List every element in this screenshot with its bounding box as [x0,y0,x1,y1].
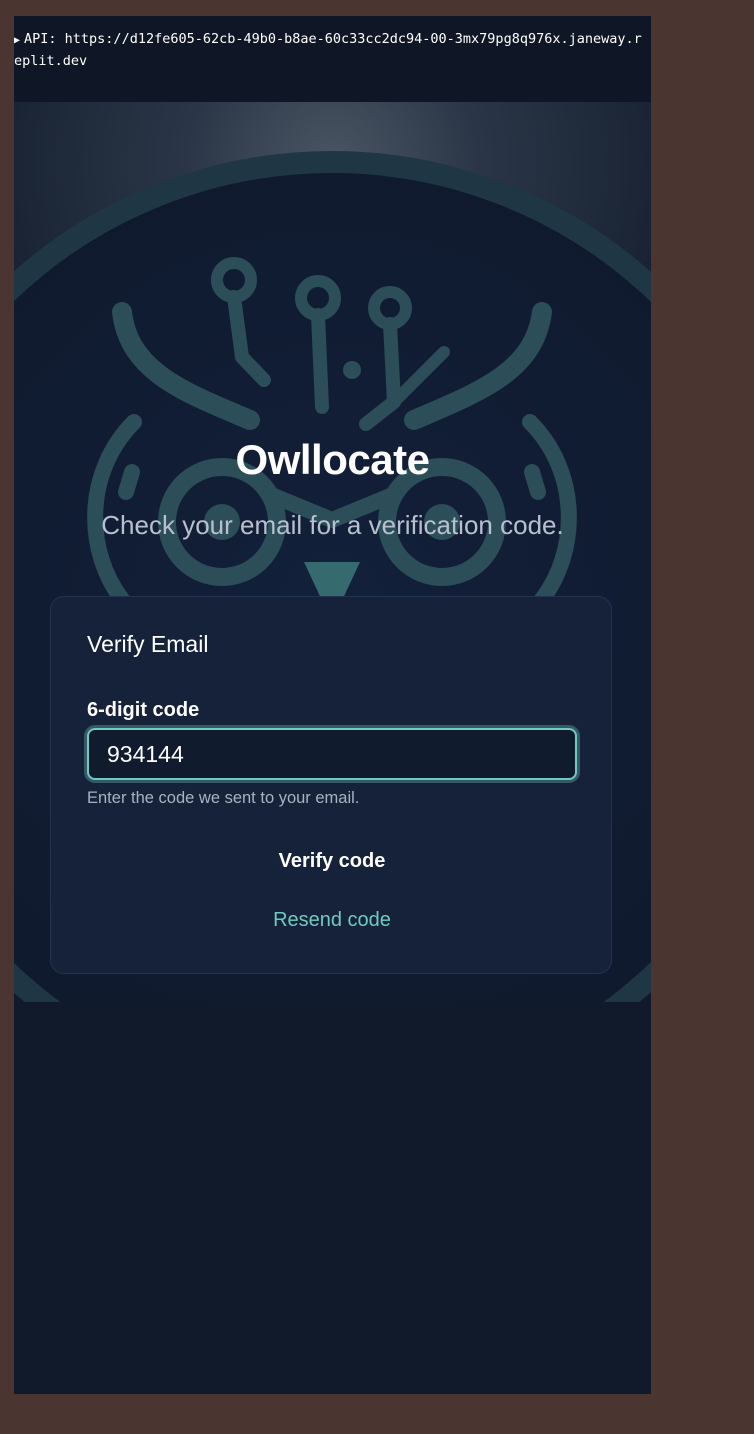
api-url-text: API: https://d12fe605-62cb-49b0-b8ae-60c… [14,31,642,69]
card-title: Verify Email [87,631,209,657]
verify-code-button[interactable]: Verify code [87,843,577,879]
verify-email-card: Verify Email 6-digit code Enter the code… [50,596,612,974]
app-title: Owllocate [235,436,430,483]
resend-code-link[interactable]: Resend code [87,909,577,943]
api-url-bar[interactable]: ▶ API: https://d12fe605-62cb-49b0-b8ae-60… [14,16,651,102]
disclosure-triangle-icon[interactable]: ▶ [14,35,20,46]
code-input[interactable] [87,728,577,780]
code-field-label: 6-digit code [87,699,200,721]
app-window: ▶ API: https://d12fe605-62cb-49b0-b8ae-60… [14,16,651,1394]
page-subtitle: Check your email for a verification code… [101,510,564,540]
code-field-hint: Enter the code we sent to your email. [87,789,360,807]
